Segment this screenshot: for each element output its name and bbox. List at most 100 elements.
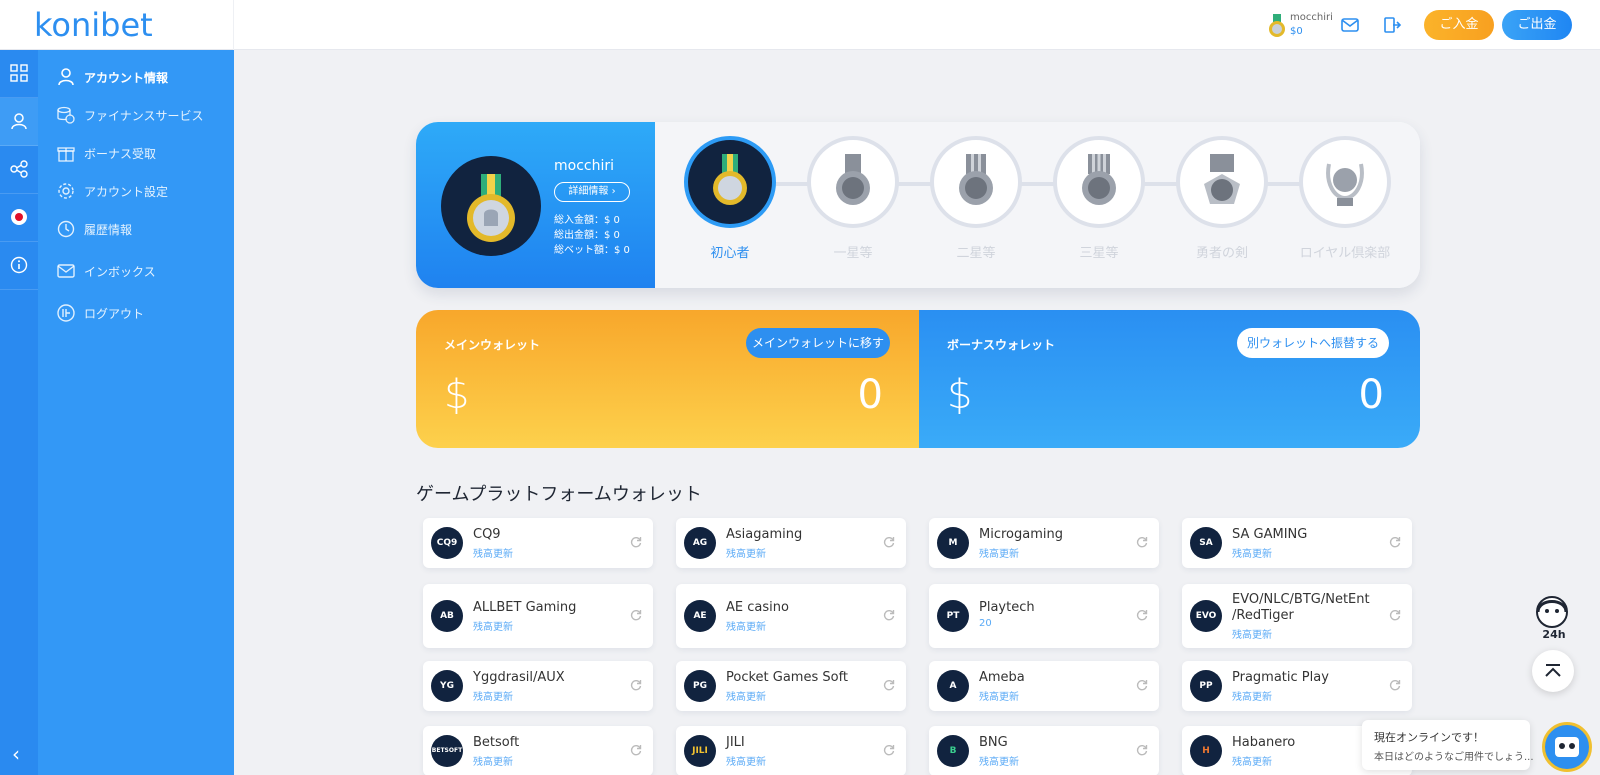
platform-balance[interactable]: 残高更新: [1232, 753, 1272, 768]
silver-medal-icon: [959, 154, 993, 205]
platform-card-sa-gaming[interactable]: SA SA GAMING 残高更新: [1182, 518, 1412, 568]
brand-logo[interactable]: konibet: [34, 6, 153, 44]
platform-balance[interactable]: 残高更新: [726, 688, 766, 703]
level-label: 初心者: [710, 246, 750, 261]
header-user[interactable]: mocchiri $0: [1268, 10, 1338, 42]
live-chat-bubble[interactable]: 現在オンラインです！ 本日はどのようなご用件でしょう...: [1362, 720, 1534, 770]
platform-card-playtech[interactable]: PT Playtech 20: [929, 584, 1159, 648]
refresh-icon[interactable]: [882, 608, 896, 622]
platform-balance[interactable]: 残高更新: [979, 753, 1019, 768]
refresh-icon[interactable]: [629, 743, 643, 757]
platform-balance[interactable]: 残高更新: [1232, 545, 1272, 560]
platform-card-microgaming[interactable]: M Microgaming 残高更新: [929, 518, 1159, 568]
refresh-icon[interactable]: [1388, 608, 1402, 622]
sidebar-item-history[interactable]: 履歴情報: [38, 212, 234, 246]
refresh-icon[interactable]: [1135, 678, 1149, 692]
sidebar-item-finance[interactable]: ファイナンスサービス: [38, 98, 234, 132]
level-label: 勇者の剣: [1195, 246, 1248, 261]
rail-info[interactable]: [0, 242, 38, 290]
level-label: 二星等: [956, 246, 996, 261]
total-withdraw: 総出金額：$ 0: [554, 230, 620, 241]
flag-icon: [11, 209, 27, 225]
platform-balance[interactable]: 残高更新: [726, 618, 766, 633]
withdraw-button[interactable]: ご出金: [1502, 10, 1572, 40]
platform-card-yggdrasil[interactable]: YG Yggdrasil/AUX 残高更新: [423, 661, 653, 711]
refresh-icon[interactable]: [882, 743, 896, 757]
platform-card-cq9[interactable]: CQ9 CQ9 残高更新: [423, 518, 653, 568]
platform-balance[interactable]: 残高更新: [726, 753, 766, 768]
transfer-wallet-button[interactable]: 別ウォレットへ振替する: [1237, 328, 1389, 358]
platform-logo: AB: [431, 600, 463, 632]
level-badge-3star: [1053, 136, 1145, 228]
sidebar-item-account-info[interactable]: アカウント情報: [38, 60, 234, 94]
refresh-icon[interactable]: [882, 678, 896, 692]
platform-balance[interactable]: 残高更新: [473, 688, 513, 703]
platform-logo: AG: [684, 527, 716, 559]
platform-balance[interactable]: 残高更新: [726, 545, 766, 560]
platform-card-evo[interactable]: EVO EVO/NLC/BTG/NetEnt /RedTiger 残高更新: [1182, 584, 1412, 648]
rail-language[interactable]: [0, 194, 38, 242]
refresh-icon[interactable]: [1388, 678, 1402, 692]
platform-card-pocket-games[interactable]: PG Pocket Games Soft 残高更新: [676, 661, 906, 711]
platform-name: Microgaming: [979, 527, 1063, 542]
refresh-icon[interactable]: [1388, 535, 1402, 549]
platform-name: BNG: [979, 735, 1008, 750]
platform-card-jili[interactable]: JILI JILI 残高更新: [676, 726, 906, 775]
platform-balance[interactable]: 残高更新: [1232, 688, 1272, 703]
refresh-icon[interactable]: [629, 608, 643, 622]
sidebar-item-inbox[interactable]: インボックス: [38, 254, 234, 288]
platform-card-betsoft[interactable]: BETSOFT Betsoft 残高更新: [423, 726, 653, 775]
platform-card-bng[interactable]: B BNG 残高更新: [929, 726, 1159, 775]
rail-dashboard[interactable]: [0, 50, 38, 98]
logout-icon[interactable]: [1382, 15, 1402, 35]
platform-name: CQ9: [473, 527, 501, 542]
platform-balance[interactable]: 残高更新: [979, 688, 1019, 703]
arrow-up-icon: [1545, 664, 1561, 677]
sidebar-item-bonus[interactable]: ボーナス受取: [38, 136, 234, 170]
platform-card-allbet[interactable]: AB ALLBET Gaming 残高更新: [423, 584, 653, 648]
mail-icon[interactable]: [1340, 15, 1360, 35]
sidebar-item-settings[interactable]: アカウント設定: [38, 174, 234, 208]
bonus-wallet-balance: 0: [1358, 372, 1384, 418]
refresh-icon[interactable]: [629, 678, 643, 692]
share-icon: [10, 160, 28, 178]
platform-logo: EVO: [1190, 600, 1222, 632]
rail-account[interactable]: [0, 98, 38, 146]
sidebar-item-logout[interactable]: ログアウト: [38, 296, 234, 330]
avatar: [441, 156, 541, 256]
platform-balance[interactable]: 残高更新: [473, 545, 513, 560]
details-button[interactable]: 詳細情報 ›: [554, 182, 630, 202]
move-to-main-wallet-button[interactable]: メインウォレットに移す: [746, 328, 890, 358]
platform-card-asiagaming[interactable]: AG Asiagaming 残高更新: [676, 518, 906, 568]
scroll-top-button[interactable]: [1532, 650, 1574, 692]
support-badge: 24h: [1542, 628, 1565, 640]
platform-name: Pragmatic Play: [1232, 670, 1329, 685]
medal-icon: [1269, 14, 1285, 37]
platform-card-ae-casino[interactable]: AE AE casino 残高更新: [676, 584, 906, 648]
refresh-icon[interactable]: [1135, 743, 1149, 757]
refresh-icon[interactable]: [1135, 535, 1149, 549]
main-wallet-balance: 0: [857, 372, 883, 418]
refresh-icon[interactable]: [1135, 608, 1149, 622]
platform-balance[interactable]: 残高更新: [473, 618, 513, 633]
platform-balance[interactable]: 残高更新: [473, 753, 513, 768]
platform-balance[interactable]: 残高更新: [979, 545, 1019, 560]
collapse-sidebar-icon[interactable]: ‹: [12, 742, 20, 766]
sidebar-item-label: ファイナンスサービス: [84, 109, 204, 123]
refresh-icon[interactable]: [629, 535, 643, 549]
platform-balance[interactable]: 残高更新: [1232, 626, 1272, 641]
beginner-medal-icon: [713, 154, 747, 205]
support-24h-icon[interactable]: 24h: [1532, 594, 1576, 640]
platform-name: Ameba: [979, 670, 1025, 685]
header-username: mocchiri: [1290, 12, 1333, 23]
platform-card-pragmatic-play[interactable]: PP Pragmatic Play 残高更新: [1182, 661, 1412, 711]
platform-card-ameba[interactable]: A Ameba 残高更新: [929, 661, 1159, 711]
platform-name: Pocket Games Soft: [726, 670, 849, 685]
refresh-icon[interactable]: [882, 535, 896, 549]
platform-name: ALLBET Gaming: [473, 600, 577, 615]
rail-affiliate[interactable]: [0, 146, 38, 194]
platform-balance[interactable]: 20: [979, 618, 992, 629]
chat-avatar[interactable]: [1542, 722, 1592, 772]
robot-icon: [1555, 737, 1579, 757]
deposit-button[interactable]: ご入金: [1424, 10, 1494, 40]
